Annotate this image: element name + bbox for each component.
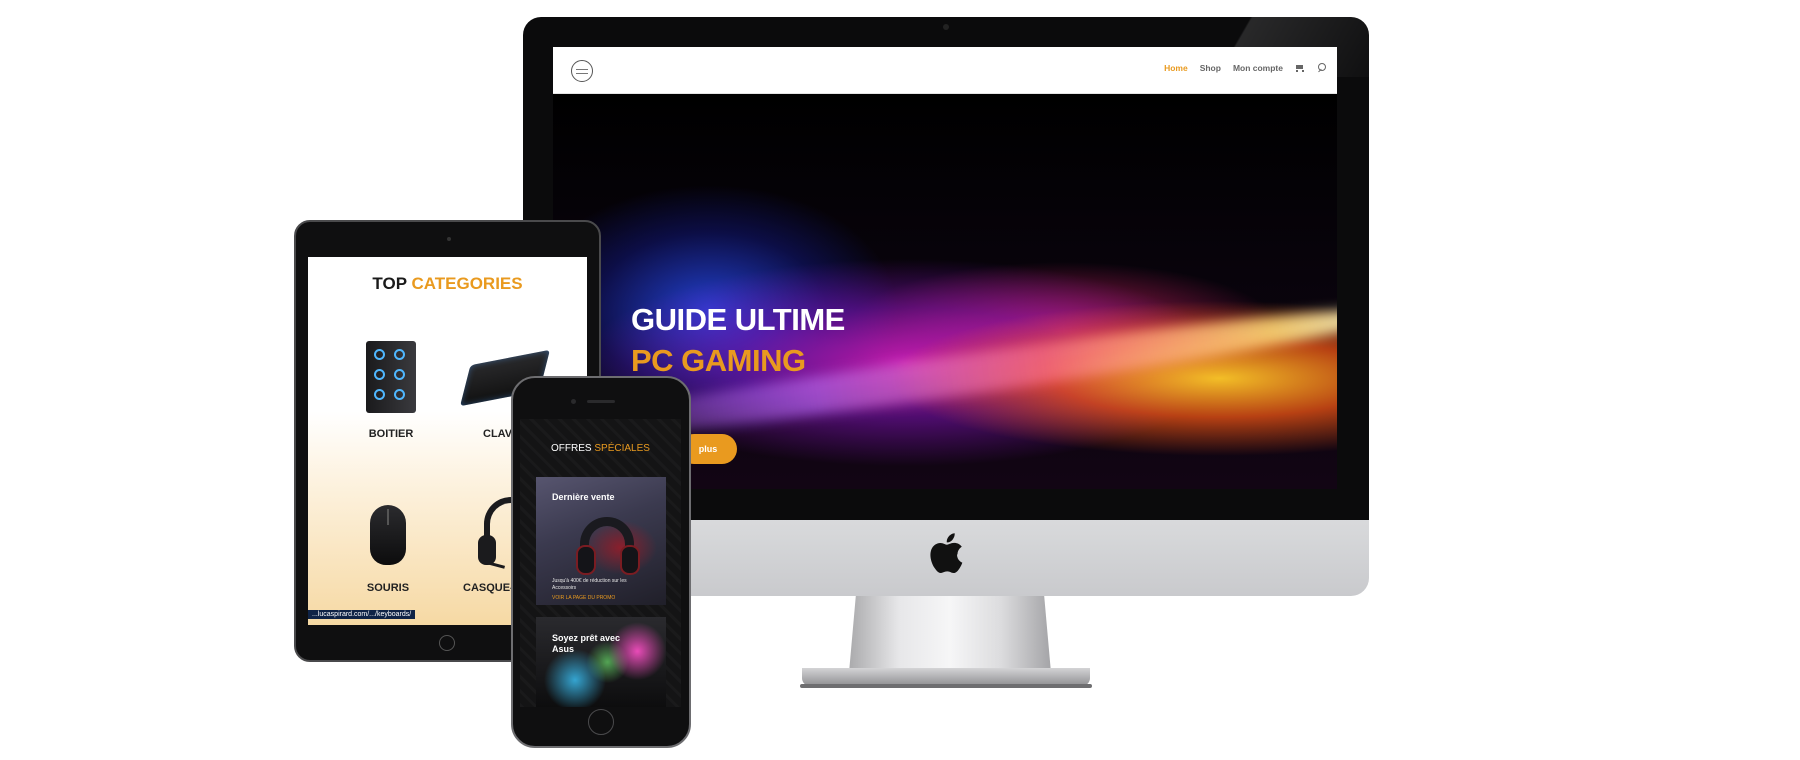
heading-accent: SPÉCIALES (594, 443, 650, 454)
heading-plain: OFFRES (551, 443, 592, 454)
top-categories-heading: TOP CATEGORIES (308, 274, 587, 294)
phone-camera (571, 399, 576, 404)
site-header: Home Shop Mon compte (553, 47, 1337, 94)
mouse-image[interactable] (370, 505, 406, 565)
headphones-earcup (620, 545, 640, 575)
fan-icon (394, 389, 405, 400)
category-label-case[interactable]: BOITIER (341, 428, 441, 440)
nav-shop[interactable]: Shop (1200, 63, 1221, 73)
heading-plain: TOP (372, 274, 407, 293)
browser-status-url: ...lucaspirard.com/.../keyboards/ (308, 610, 416, 619)
heading-accent: CATEGORIES (411, 274, 523, 293)
hero-title: GUIDE ULTIME (631, 302, 845, 337)
fan-icon (394, 369, 405, 380)
promo-title: Dernière vente (552, 492, 615, 502)
nav-account[interactable]: Mon compte (1233, 63, 1283, 73)
promo-card-sale[interactable]: Dernière vente Jusqu'à 400€ de réduction… (536, 477, 666, 605)
promo-subtitle: Jusqu'à 400€ de réduction sur les Access… (552, 578, 627, 591)
imac-camera (943, 24, 949, 30)
promo-title: Soyez prêt avec Asus (552, 633, 621, 654)
phone-speaker (587, 400, 615, 403)
imac-stand-shadow (800, 684, 1092, 688)
tablet-home-button (439, 635, 455, 651)
special-offers-heading: OFFRES SPÉCIALES (520, 443, 681, 454)
apple-logo-icon (930, 533, 963, 574)
fan-icon (394, 349, 405, 360)
tablet-camera (447, 237, 451, 241)
cart-icon[interactable] (1295, 63, 1305, 73)
search-icon[interactable] (1317, 63, 1327, 73)
site-logo[interactable] (571, 60, 593, 82)
promo-card-asus[interactable]: Soyez prêt avec Asus (536, 617, 666, 707)
pc-case-image[interactable] (366, 341, 416, 413)
phone-screen: OFFRES SPÉCIALES Dernière vente Jusqu'à … (520, 419, 681, 707)
fan-icon (374, 349, 385, 360)
headphones-earcup (576, 545, 596, 575)
nav-home[interactable]: Home (1164, 63, 1188, 73)
promo-link[interactable]: VOIR LA PAGE DU PROMO (552, 595, 615, 601)
site-logo-mark (576, 69, 588, 74)
hero-subtitle: PC GAMING (631, 343, 806, 378)
main-nav: Home Shop Mon compte (1164, 63, 1327, 73)
phone-home-button (588, 709, 614, 735)
fan-icon (374, 369, 385, 380)
category-label-mouse[interactable]: SOURIS (338, 582, 438, 594)
fan-icon (374, 389, 385, 400)
